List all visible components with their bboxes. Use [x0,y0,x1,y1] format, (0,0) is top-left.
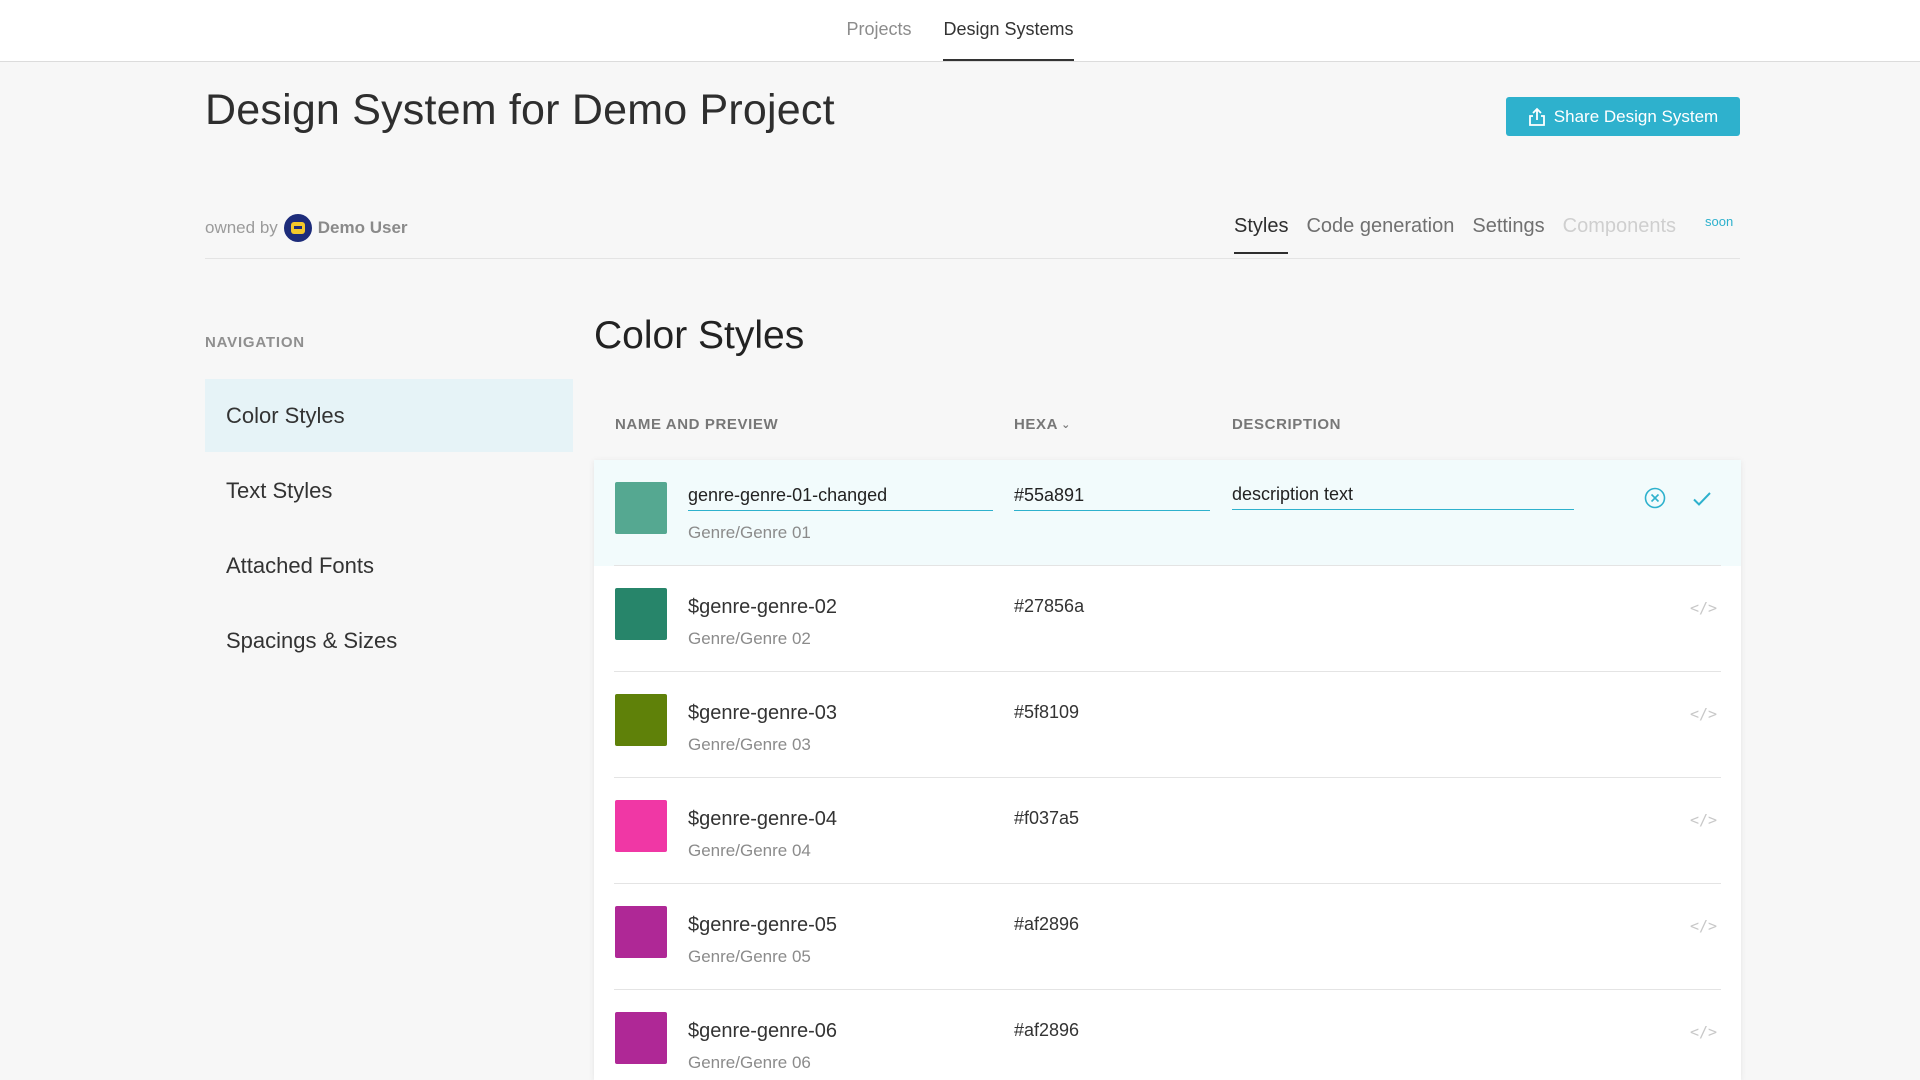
table-row[interactable]: $genre-genre-05 Genre/Genre 05 #af2896 <… [594,884,1741,990]
color-path: Genre/Genre 01 [688,523,811,542]
tab-settings[interactable]: Settings [1472,215,1544,254]
color-styles-table: Genre/Genre 01 $genre-genre-02 Genre/Gen… [594,460,1741,1080]
color-hex: #af2896 [1014,1020,1080,1040]
color-path: Genre/Genre 04 [688,841,811,860]
top-navigation: Projects Design Systems [0,0,1920,62]
color-swatch [615,482,667,534]
code-icon[interactable]: </> [1690,811,1717,829]
color-path: Genre/Genre 06 [688,1053,811,1072]
color-swatch [615,906,667,958]
color-hex: #27856a [1014,596,1085,616]
color-name: $genre-genre-05 [688,914,837,936]
sidebar-item-spacings-sizes[interactable]: Spacings & Sizes [205,604,573,677]
sidebar-item-text-styles[interactable]: Text Styles [205,454,573,527]
color-swatch [615,694,667,746]
hex-input[interactable] [1014,485,1210,511]
sidebar-item-color-styles[interactable]: Color Styles [205,379,573,452]
color-hex: #5f8109 [1014,702,1080,722]
color-swatch [615,588,667,640]
color-path: Genre/Genre 02 [688,629,811,648]
tab-components: Components [1562,215,1677,237]
color-name: $genre-genre-03 [688,702,837,724]
avatar [283,214,312,242]
color-hex: #f037a5 [1014,808,1080,828]
color-name: $genre-genre-04 [688,808,837,830]
description-input[interactable] [1232,484,1574,510]
tab-design-systems[interactable]: Design Systems [943,0,1074,61]
column-header-name: NAME AND PREVIEW [615,416,779,433]
owner-name[interactable]: Demo User [318,218,408,238]
tab-code-generation[interactable]: Code generation [1306,215,1454,254]
share-icon [1528,107,1545,126]
table-row[interactable]: $genre-genre-03 Genre/Genre 03 #5f8109 <… [594,672,1741,778]
column-header-description: DESCRIPTION [1232,416,1342,433]
color-name: $genre-genre-06 [688,1020,837,1042]
code-icon[interactable]: </> [1690,599,1717,617]
code-icon[interactable]: </> [1690,705,1717,723]
color-name-input[interactable] [688,485,993,511]
confirm-check-icon[interactable] [1691,488,1713,510]
color-path: Genre/Genre 05 [688,947,811,966]
share-button-label: Share Design System [1553,106,1719,126]
tab-styles[interactable]: Styles [1234,215,1289,254]
table-row[interactable]: $genre-genre-04 Genre/Genre 04 #f037a5 <… [594,778,1741,884]
column-header-hexa-label: HEXA [1014,416,1059,433]
table-row-editing: Genre/Genre 01 [594,460,1741,566]
sidebar-item-attached-fonts[interactable]: Attached Fonts [205,529,573,602]
code-icon[interactable]: </> [1690,1023,1717,1041]
color-path: Genre/Genre 03 [688,735,811,754]
design-system-tabs: Styles Code generation Settings Componen… [1234,215,1676,254]
table-row[interactable]: $genre-genre-06 Genre/Genre 06 #af2896 <… [594,990,1741,1080]
cancel-icon[interactable] [1644,487,1666,509]
owned-by-label: owned by [205,218,278,237]
color-swatch [615,1012,667,1064]
owner-info: owned by Demo User [205,214,408,242]
navigation-heading: NAVIGATION [205,334,305,351]
header-divider [205,258,1740,259]
color-swatch [615,800,667,852]
section-title: Color Styles [594,314,805,357]
soon-badge: soon [1705,214,1734,229]
chevron-down-icon: ⌄ [1061,419,1071,431]
share-design-system-button[interactable]: Share Design System [1506,97,1740,136]
page-title: Design System for Demo Project [205,86,835,134]
column-header-hexa[interactable]: HEXA ⌄ [1014,416,1071,433]
table-row[interactable]: $genre-genre-02 Genre/Genre 02 #27856a <… [594,566,1741,672]
sidebar-nav: Color Styles Text Styles Attached Fonts … [205,379,573,679]
tab-projects[interactable]: Projects [846,0,911,61]
code-icon[interactable]: </> [1690,917,1717,935]
color-name: $genre-genre-02 [688,596,837,618]
color-hex: #af2896 [1014,914,1080,934]
top-tabs: Projects Design Systems [0,0,1920,61]
